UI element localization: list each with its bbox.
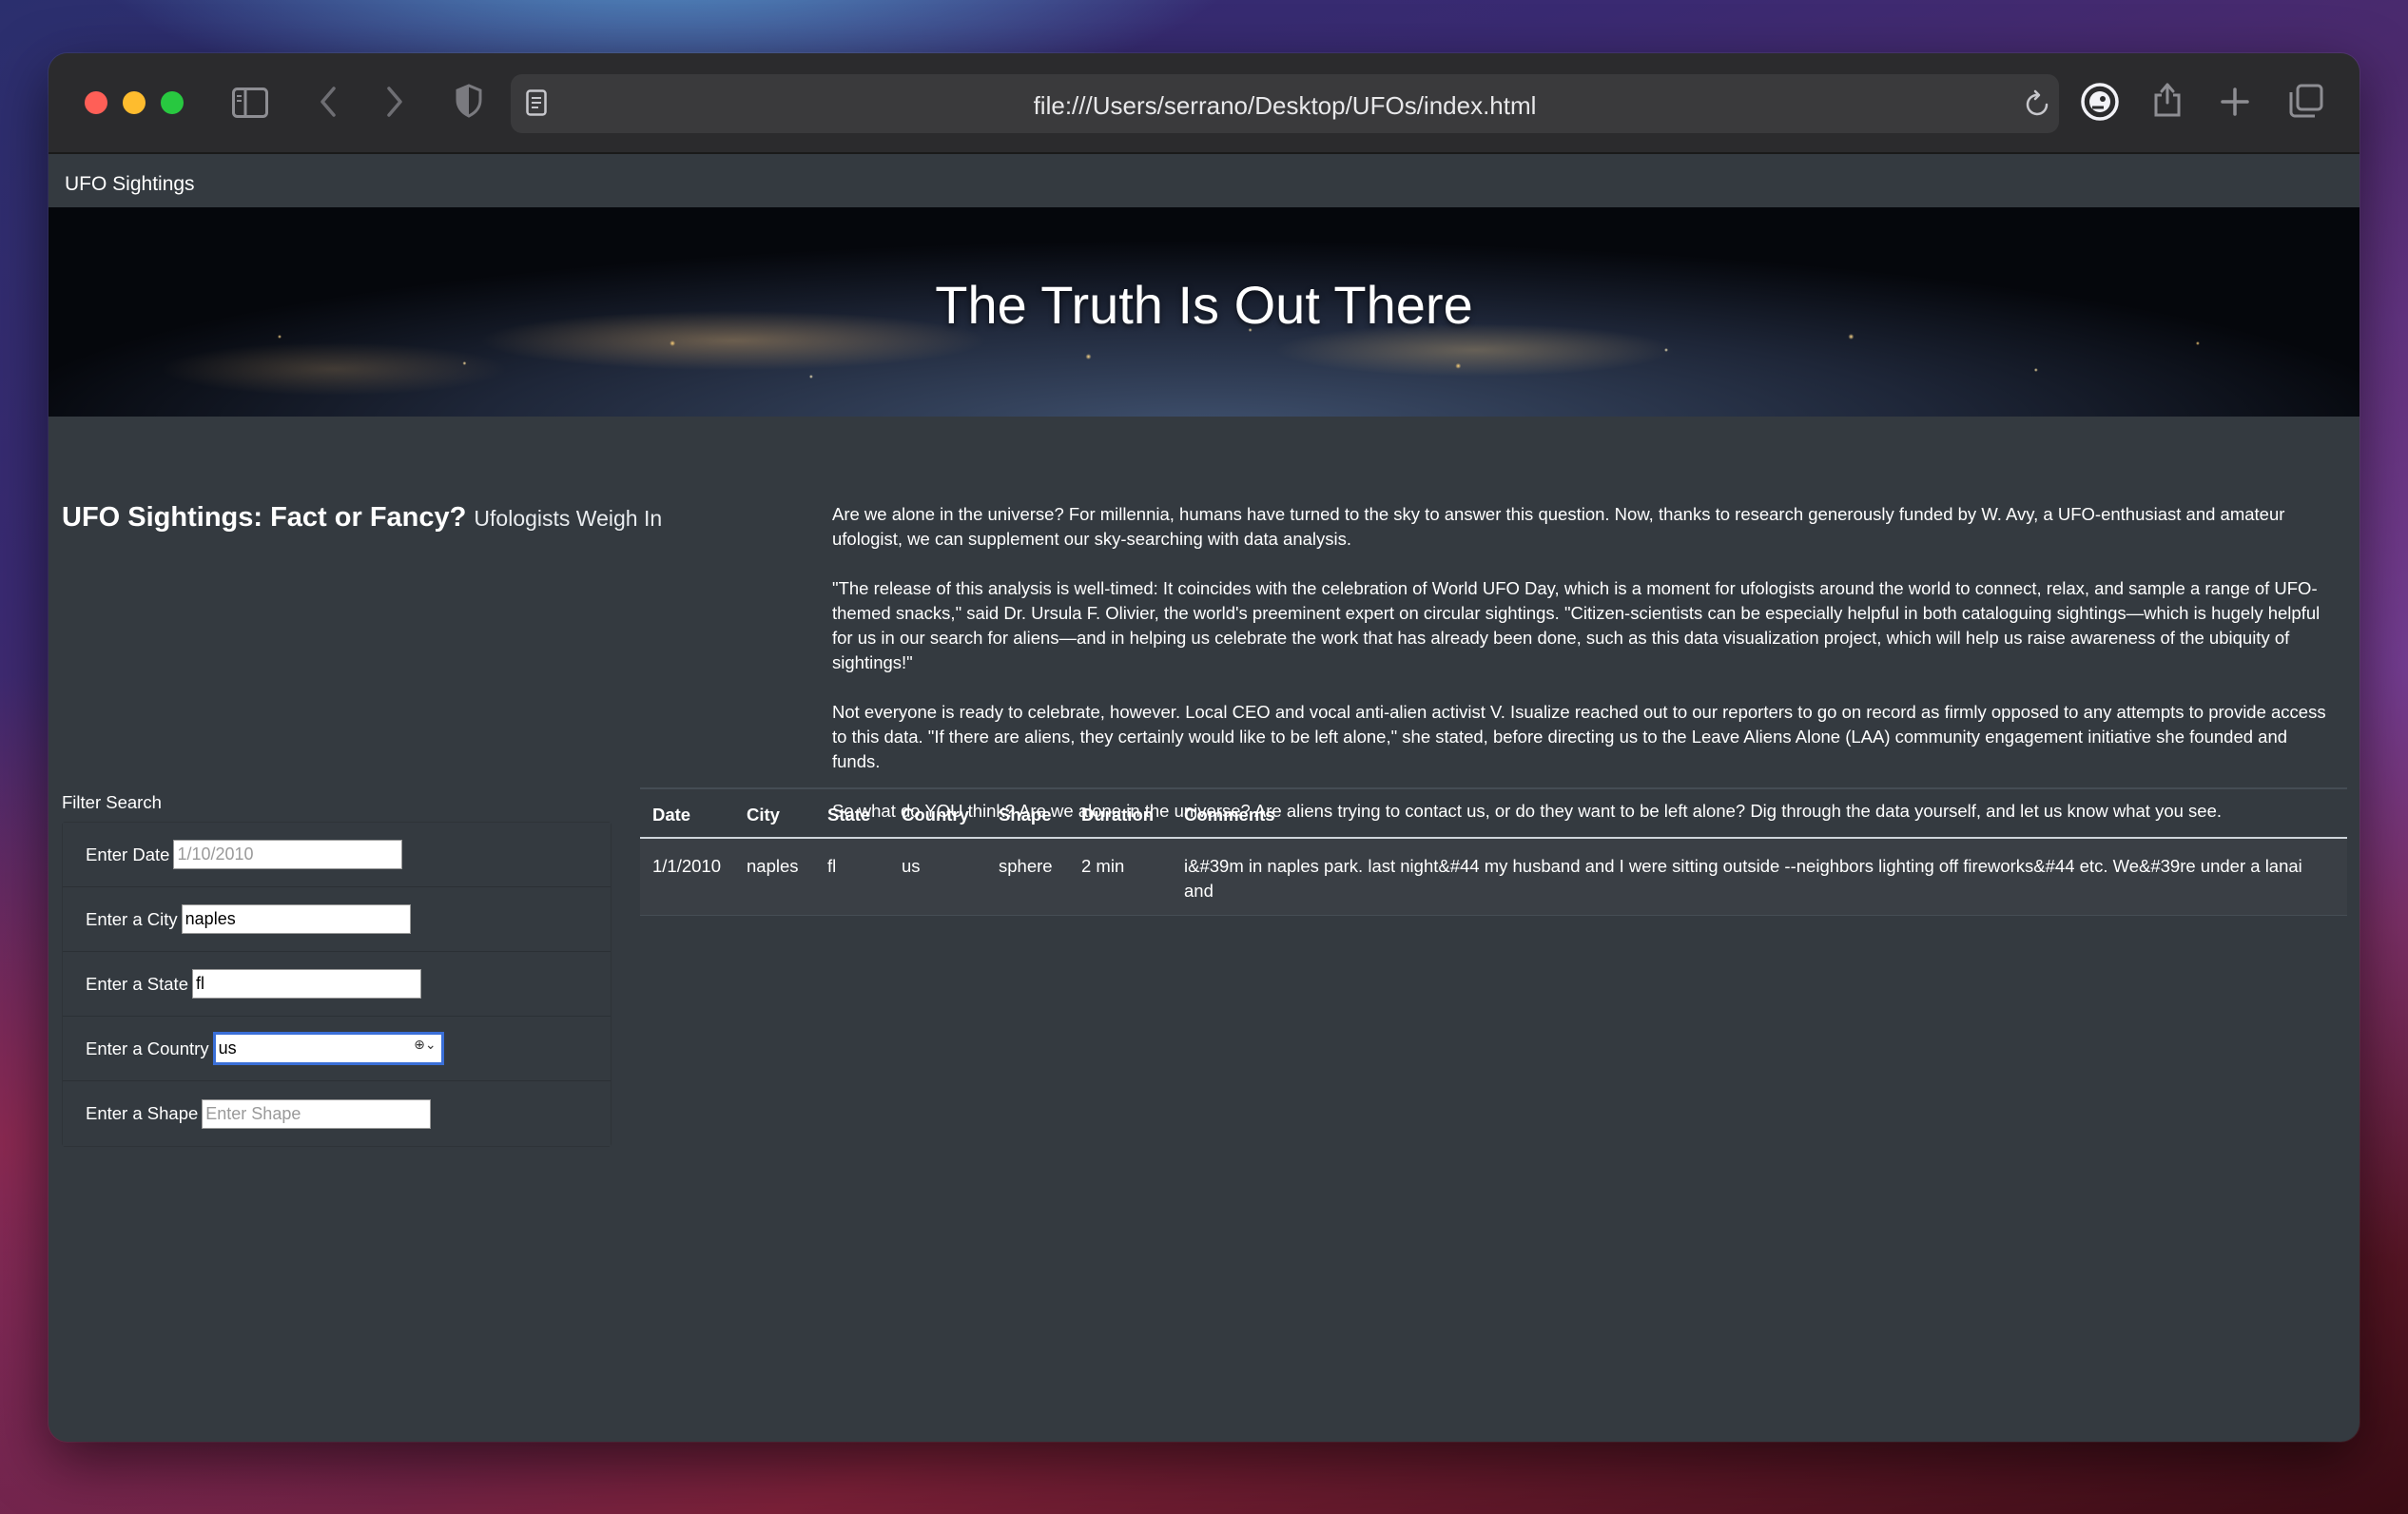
zoom-window-button[interactable] [161,91,184,114]
article-subtitle: Ufologists Weigh In [474,506,663,531]
shield-icon[interactable] [455,84,483,122]
article-title: UFO Sightings: Fact or Fancy? Ufologists… [62,502,709,534]
cell-state: fl [815,838,889,916]
cell-duration: 2 min [1069,838,1172,916]
back-icon[interactable] [319,86,338,122]
ufo-table: Date City State Country Shape Duration C… [640,787,2347,916]
forward-icon[interactable] [385,86,404,122]
cell-comments: i&#39m in naples park. last night&#44 my… [1172,838,2347,916]
column-header-country: Country [889,787,986,839]
shape-filter-input[interactable] [202,1098,432,1129]
hero-title: The Truth Is Out There [935,275,1473,335]
new-tab-icon[interactable] [2221,87,2249,120]
city-filter-input[interactable] [181,904,411,934]
cell-date: 1/1/2010 [640,838,734,916]
ufo-table-container: Date City State Country Shape Duration C… [640,787,2347,916]
shape-filter-label: Enter a Shape [86,1103,199,1123]
article-paragraph: "The release of this analysis is well-ti… [832,578,2321,672]
date-filter-label: Enter Date [86,844,170,864]
browser-window: file:///Users/serrano/Desktop/UFOs/index… [49,53,2359,1442]
cell-country: us [889,838,986,916]
browser-toolbar: file:///Users/serrano/Desktop/UFOs/index… [49,53,2359,154]
filter-search-heading: Filter Search [62,792,162,812]
url-text[interactable]: file:///Users/serrano/Desktop/UFOs/index… [511,91,2059,121]
country-filter-input[interactable] [212,1032,444,1065]
filter-item-country: Enter a Country ⊕⌄ [63,1017,611,1081]
state-filter-input[interactable] [191,969,421,999]
cell-shape: sphere [986,838,1069,916]
navbar-brand-link[interactable]: UFO Sightings [65,173,195,196]
country-filter-wrapper: ⊕⌄ [212,1032,444,1065]
address-bar[interactable]: file:///Users/serrano/Desktop/UFOs/index… [511,74,2059,133]
article-paragraph: Not everyone is ready to celebrate, howe… [832,702,2326,771]
duckduckgo-icon[interactable] [2080,82,2120,126]
filter-item-city: Enter a City [63,887,611,952]
close-window-button[interactable] [85,91,107,114]
table-row: 1/1/2010 naples fl us sphere 2 min i&#39… [640,838,2347,916]
filter-item-shape: Enter a Shape [63,1081,611,1146]
reload-icon[interactable] [2025,89,2051,122]
filter-item-state: Enter a State [63,952,611,1017]
column-header-state: State [815,787,889,839]
main-content: UFO Sightings: Fact or Fancy? Ufologists… [49,417,2359,1442]
date-filter-input[interactable] [173,840,403,869]
site-navbar: UFO Sightings [49,154,2359,213]
article-title-text: UFO Sightings: Fact or Fancy? [62,502,467,533]
sidebar-icon[interactable] [232,87,268,122]
autofill-contact-icon[interactable]: ⊕⌄ [414,1038,436,1053]
minimize-window-button[interactable] [123,91,146,114]
column-header-comments: Comments [1172,787,2347,839]
cell-city: naples [734,838,815,916]
filter-list: Enter Date Enter a City Enter a State En… [62,822,612,1147]
tabs-overview-icon[interactable] [2289,84,2323,122]
column-header-date: Date [640,787,734,839]
city-filter-label: Enter a City [86,908,178,929]
column-header-duration: Duration [1069,787,1172,839]
hero-banner: The Truth Is Out There [49,207,2359,417]
country-filter-label: Enter a Country [86,1038,209,1058]
share-icon[interactable] [2152,80,2183,122]
column-header-shape: Shape [986,787,1069,839]
article-paragraph: Are we alone in the universe? For millen… [832,504,2285,549]
state-filter-label: Enter a State [86,973,188,994]
table-header-row: Date City State Country Shape Duration C… [640,787,2347,839]
filter-item-date: Enter Date [63,823,611,887]
column-header-city: City [734,787,815,839]
